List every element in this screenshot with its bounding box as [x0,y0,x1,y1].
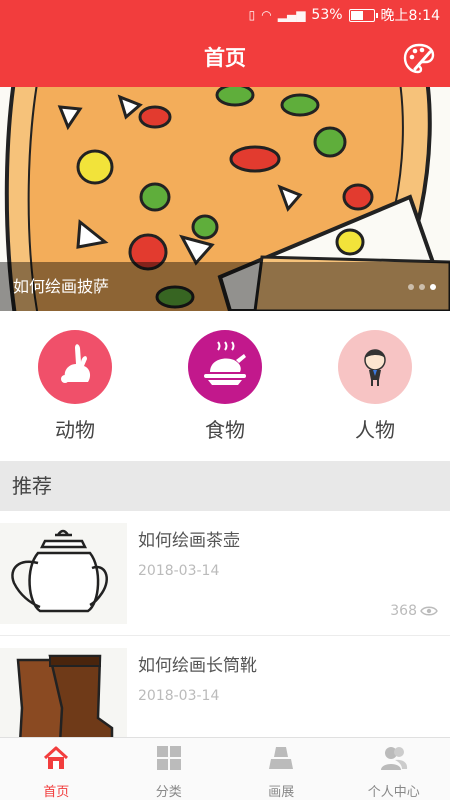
list-item[interactable]: 如何绘画茶壶 2018-03-14 368 [0,511,450,636]
home-icon [44,746,69,769]
item-title: 如何绘画茶壶 [138,531,240,551]
category-circle[interactable] [338,330,412,404]
user-icon [380,747,407,770]
banner-caption: 如何绘画披萨 [13,277,110,296]
vibrate-icon: ▯ [248,8,256,22]
person-icon [364,349,386,386]
battery-percent: 53% [311,7,343,23]
tab-label: 个人中心 [367,785,420,800]
bottom-tab-bar: 首页 分类 画展 个人中心 [0,737,450,800]
rabbit-icon [61,344,91,383]
category-circle[interactable] [188,330,262,404]
category-circle[interactable] [38,330,112,404]
roast-chicken-icon [204,341,246,385]
carousel-indicator [408,284,436,290]
tab-label: 首页 [43,785,70,800]
wifi-icon: ◠ [261,8,272,22]
recommend-list: 如何绘画茶壶 2018-03-14 368 如何绘画长筒靴 2018-03-14 [0,511,450,737]
item-title: 如何绘画长筒靴 [138,656,257,676]
list-item[interactable]: 如何绘画长筒靴 2018-03-14 [0,636,450,737]
tab-home[interactable]: 首页 [0,738,113,800]
signal-icon: ▂▄▆ [277,8,306,22]
tab-exhibition[interactable]: 画展 [225,738,338,800]
carousel-dot[interactable] [408,284,414,290]
section-title: 推荐 [12,474,52,498]
exhibition-icon [269,747,294,769]
page-title: 首页 [204,46,246,70]
view-count: 368 [390,603,438,619]
battery-icon [348,8,378,22]
category-food[interactable]: 食物 [170,330,280,443]
teapot-image [0,523,127,624]
palette-icon[interactable] [402,42,436,76]
category-animals[interactable]: 动物 [20,330,130,443]
carousel-dot[interactable] [419,284,425,290]
item-date: 2018-03-14 [138,563,220,579]
grid-icon [156,746,181,770]
category-row: 动物 食物 人物 [0,311,450,461]
eye-icon [420,606,438,616]
carousel-dot-active[interactable] [430,284,436,290]
tab-profile[interactable]: 个人中心 [338,738,450,800]
tab-label: 分类 [155,785,182,800]
category-label: 动物 [55,418,95,442]
app-header: 首页 [0,30,450,87]
category-people[interactable]: 人物 [320,330,430,443]
banner-carousel[interactable]: 如何绘画披萨 [0,87,450,311]
status-bar: ▯ ◠ ▂▄▆ 53% 晚上8:14 [0,0,450,30]
category-label: 食物 [205,418,245,442]
boots-image [0,648,127,737]
item-date: 2018-03-14 [138,688,220,704]
clock: 晚上8:14 [380,8,440,24]
category-label: 人物 [355,418,395,442]
view-count-value: 368 [390,603,417,619]
tab-category[interactable]: 分类 [113,738,226,800]
tab-label: 画展 [268,785,295,800]
recommend-section-header: 推荐 [0,461,450,511]
